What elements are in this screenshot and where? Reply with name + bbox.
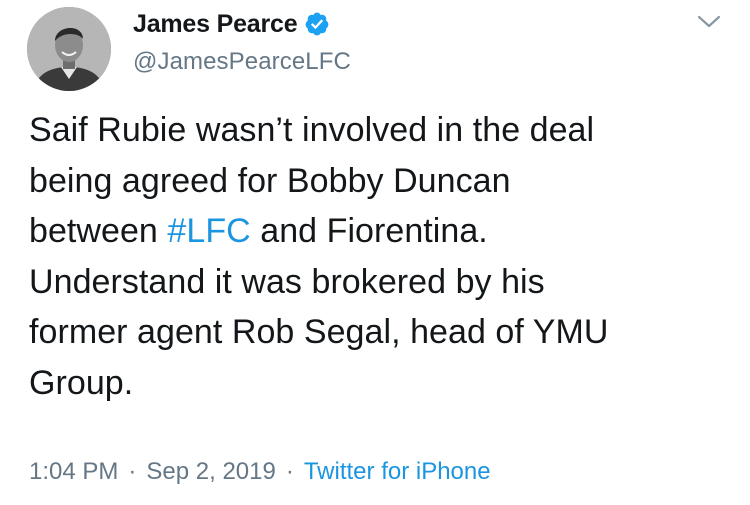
avatar[interactable] bbox=[27, 7, 111, 91]
tweet-text: Saif Rubie wasn’t involved in the deal b… bbox=[29, 105, 741, 408]
tweet-line: Understand it was brokered by his bbox=[29, 262, 545, 301]
tweet-source-link[interactable]: Twitter for iPhone bbox=[304, 458, 491, 485]
handle[interactable]: @JamesPearceLFC bbox=[133, 48, 351, 76]
chevron-down-icon[interactable] bbox=[696, 12, 722, 32]
hashtag-link[interactable]: #LFC bbox=[167, 212, 250, 250]
tweet-line: Group. bbox=[29, 363, 134, 402]
meta-separator: · bbox=[285, 458, 294, 485]
tweet-card: James Pearce @JamesPearceLFC Saif Rubie … bbox=[0, 0, 750, 505]
display-name[interactable]: James Pearce bbox=[133, 10, 298, 39]
tweet-text-segment: between bbox=[29, 212, 168, 250]
tweet-line: being agreed for Bobby Duncan bbox=[29, 161, 511, 200]
verified-badge-icon bbox=[304, 11, 330, 37]
tweet-line: Saif Rubie wasn’t involved in the deal bbox=[29, 111, 595, 149]
tweet-text-segment: and Fiorentina. bbox=[250, 212, 488, 250]
tweet-line: between #LFC and Fiorentina. bbox=[29, 206, 741, 257]
author-info: James Pearce @JamesPearceLFC bbox=[133, 6, 351, 76]
tweet-time[interactable]: 1:04 PM bbox=[29, 458, 118, 485]
meta-separator: · bbox=[128, 458, 137, 485]
tweet-meta: 1:04 PM · Sep 2, 2019 · Twitter for iPhone bbox=[29, 458, 491, 486]
avatar-photo bbox=[27, 7, 111, 91]
tweet-line: former agent Rob Segal, head of YMU bbox=[29, 313, 609, 351]
tweet-date[interactable]: Sep 2, 2019 bbox=[146, 458, 275, 485]
name-row: James Pearce bbox=[133, 6, 351, 42]
